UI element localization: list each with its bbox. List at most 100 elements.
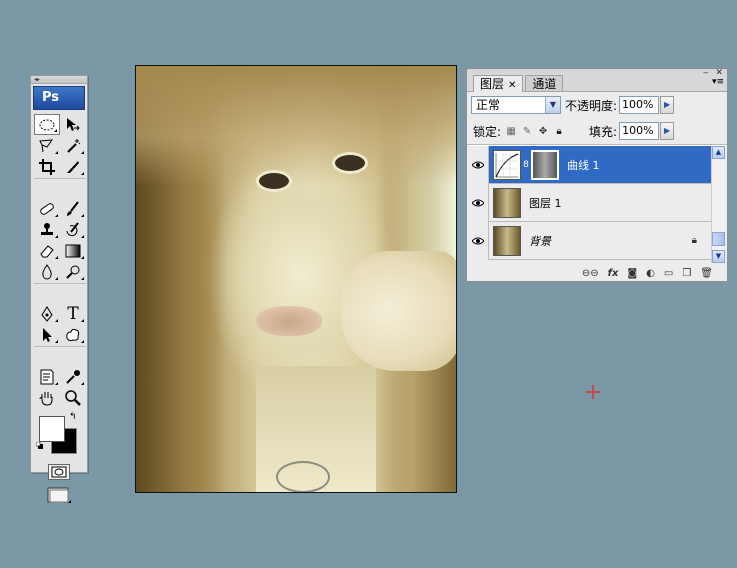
clone-stamp-tool[interactable] (34, 219, 60, 240)
notes-tool[interactable] (34, 366, 60, 387)
panel-menu-icon[interactable]: ▾≡ (712, 77, 724, 87)
layer-thumbnail (493, 187, 521, 218)
trash-icon[interactable]: 🗑︎ (700, 268, 713, 279)
crop-icon (39, 158, 55, 175)
lasso-icon (39, 138, 54, 152)
fill-field[interactable]: 100% (619, 122, 660, 140)
hand-tool[interactable] (34, 387, 60, 408)
brush-tool[interactable] (60, 198, 86, 219)
dodge-icon (66, 265, 80, 279)
scroll-up-icon[interactable]: ▲ (712, 146, 725, 159)
shape-blob-icon (66, 328, 80, 341)
visibility-eye-icon[interactable] (467, 221, 489, 260)
lock-all-icon[interactable]: 🔒︎ (553, 125, 565, 137)
mask-link-icon[interactable]: 8 (521, 160, 531, 170)
blur-tool[interactable] (34, 261, 60, 282)
layers-panel: ‒ ✕ 图层 ✕ 通道 ▾≡ 正常 ▼ 不透明度: 100% ▶ 锁定: ▦ ✎ … (466, 68, 728, 282)
opacity-field[interactable]: 100% (619, 96, 660, 114)
quick-mask-button[interactable] (48, 464, 70, 480)
layer-mask-thumbnail[interactable] (531, 149, 559, 180)
screen-mode-button[interactable] (46, 486, 72, 504)
path-selection-tool[interactable] (34, 324, 60, 345)
crop-tool[interactable] (34, 156, 60, 177)
screen-mode-icon (47, 487, 71, 503)
mask-icon[interactable]: ◙ (627, 268, 637, 279)
toolbox-grip[interactable]: ◂▸ (31, 76, 87, 84)
lock-pixels-icon[interactable]: ✎ (521, 125, 533, 137)
healing-brush-tool[interactable] (34, 198, 60, 219)
stamp-icon (41, 222, 53, 235)
layers-scrollbar[interactable]: ▲ ▼ (711, 146, 725, 263)
scrollbar-thumb[interactable] (712, 232, 725, 246)
note-icon (40, 369, 54, 384)
tool-grid: T (31, 114, 87, 408)
elliptical-marquee-tool[interactable] (34, 114, 60, 135)
magnifier-icon (65, 389, 81, 406)
opacity-slider-button[interactable]: ▶ (660, 96, 675, 114)
grip-icon: ◂▸ (34, 76, 41, 83)
eraser-icon (40, 244, 54, 257)
layer-row-background[interactable]: 背景 🔒︎ (467, 221, 713, 260)
tab-channels[interactable]: 通道 (525, 75, 564, 91)
foreground-color-swatch[interactable] (39, 416, 65, 442)
portrait-right-eye (256, 170, 292, 192)
adjustment-icon[interactable]: ◐ (646, 268, 655, 279)
move-tool[interactable] (60, 114, 86, 135)
gradient-tool[interactable] (60, 240, 86, 261)
magic-wand-tool[interactable] (60, 135, 86, 156)
visibility-eye-icon[interactable] (467, 145, 489, 184)
portrait-left-eye (332, 152, 368, 174)
lock-transparency-icon[interactable]: ▦ (505, 125, 517, 137)
color-swatches: ↰ (31, 412, 87, 458)
bandage-icon (40, 202, 54, 215)
layer-lock-icon: 🔒︎ (691, 235, 697, 246)
hand-icon (39, 391, 53, 406)
blend-opacity-row: 正常 ▼ 不透明度: 100% ▶ (467, 92, 727, 118)
scroll-down-icon[interactable]: ▼ (712, 250, 725, 263)
magic-wand-icon (67, 138, 81, 153)
tab-layers[interactable]: 图层 ✕ (473, 75, 524, 92)
lock-position-icon[interactable]: ✥ (537, 125, 549, 137)
type-tool[interactable]: T (60, 303, 86, 324)
new-layer-icon[interactable]: ❐ (682, 268, 691, 279)
photo-canvas[interactable] (135, 65, 457, 493)
eyedropper-icon (66, 369, 80, 384)
folder-icon[interactable]: ▭ (664, 268, 673, 279)
toolbox: ◂▸ Ps T ↰ (30, 75, 88, 503)
default-colors-icon[interactable] (36, 442, 43, 449)
path-arrow-icon (43, 327, 52, 342)
zoom-tool[interactable] (60, 387, 86, 408)
fill-slider-button[interactable]: ▶ (660, 122, 675, 140)
necklace-pendant (276, 461, 330, 492)
type-t-icon: T (67, 303, 79, 324)
move-arrow-icon (67, 117, 80, 131)
pen-tool[interactable] (34, 303, 60, 324)
close-tab-icon[interactable]: ✕ (508, 80, 516, 91)
eyedropper-tool[interactable] (60, 366, 86, 387)
slice-tool[interactable] (60, 156, 86, 177)
blend-mode-select[interactable]: 正常 ▼ (471, 96, 561, 114)
opacity-label: 不透明度: (565, 98, 618, 113)
layer-row-layer1[interactable]: 图层 1 (467, 183, 713, 222)
custom-shape-tool[interactable] (60, 324, 86, 345)
fx-icon[interactable]: fx (608, 268, 619, 279)
photoshop-logo[interactable]: Ps (33, 86, 85, 110)
link-icon[interactable]: ⊖⊖ (582, 268, 599, 279)
chevron-down-icon: ▼ (545, 97, 560, 113)
eraser-tool[interactable] (34, 240, 60, 261)
panel-tabs: 图层 ✕ 通道 ▾≡ (467, 74, 727, 92)
history-brush-icon (66, 221, 79, 236)
polygonal-lasso-tool[interactable] (34, 135, 60, 156)
layer-row-curves[interactable]: 8 曲线 1 (467, 145, 713, 184)
portrait-mouth (256, 306, 322, 336)
layer-name: 图层 1 (529, 196, 562, 210)
history-brush-tool[interactable] (60, 219, 86, 240)
drop-icon (42, 263, 52, 279)
curves-adjustment-icon (493, 149, 521, 180)
brush-icon (67, 200, 79, 216)
layer-thumbnail (493, 225, 521, 256)
swap-colors-icon[interactable]: ↰ (69, 412, 77, 422)
quick-mask-icon (51, 466, 67, 478)
dodge-tool[interactable] (60, 261, 86, 282)
visibility-eye-icon[interactable] (467, 183, 489, 222)
